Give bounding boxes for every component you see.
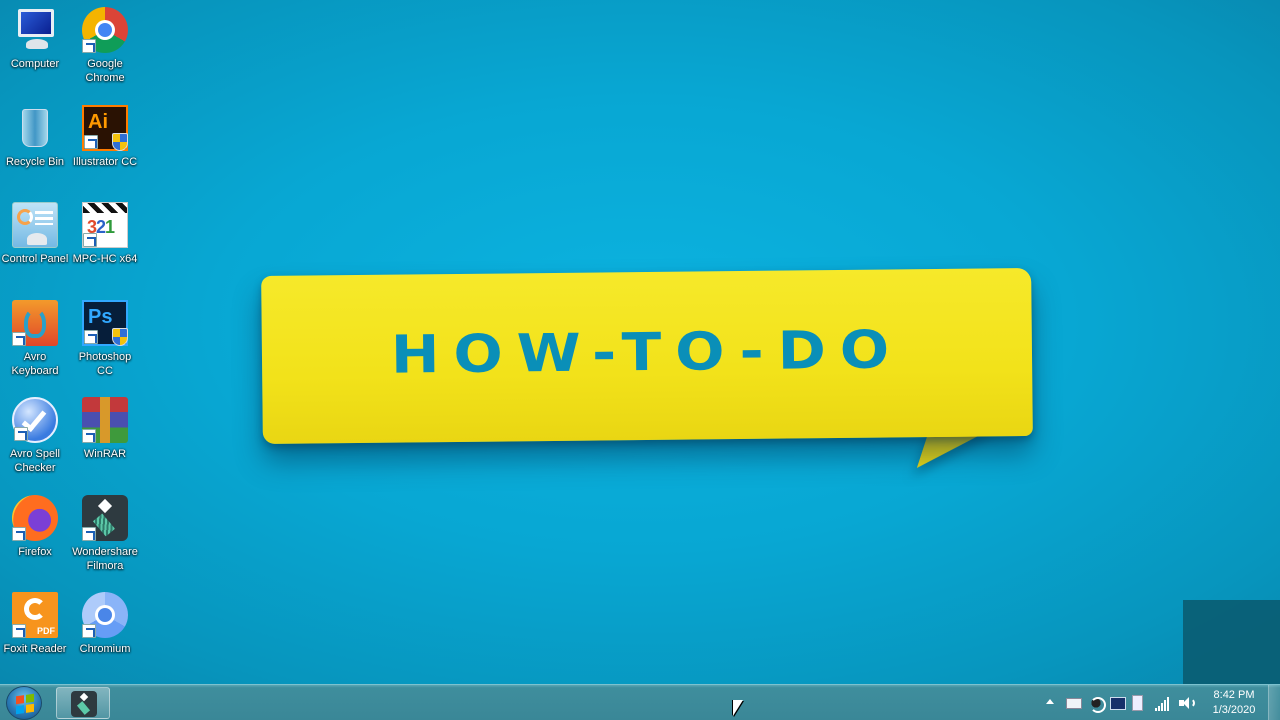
- show-desktop-button[interactable]: [1268, 685, 1280, 720]
- shortcut-arrow-icon: [82, 624, 96, 638]
- desktop-icon-computer[interactable]: Computer: [0, 2, 70, 71]
- clock-date: 1/3/2020: [1212, 704, 1256, 716]
- illustrator-icon: Ai: [82, 105, 128, 151]
- desktop-icon-chromium[interactable]: Chromium: [70, 587, 140, 656]
- desktop-icon-label: Recycle Bin: [5, 156, 65, 168]
- recycle-bin-icon: [12, 105, 58, 151]
- system-tray: 8:42 PM 1/3/2020: [1040, 685, 1280, 720]
- chromium-icon: [82, 592, 128, 638]
- shortcut-arrow-icon: [82, 39, 96, 53]
- windows-logo-icon: [16, 693, 34, 715]
- desktop-icon-label: Avro Spell Checker: [10, 448, 60, 474]
- aero-peek-preview: [1183, 600, 1280, 684]
- shortcut-arrow-icon: [14, 427, 28, 441]
- foxit-reader-icon: PDF: [12, 592, 58, 638]
- desktop-icon-label: Control Panel: [1, 253, 69, 265]
- mpc-digit: 2: [96, 217, 106, 237]
- volume-icon[interactable]: [1178, 695, 1195, 711]
- desktop-icon-mpc-hc[interactable]: 321 MPC-HC x64: [70, 197, 140, 266]
- power-icon[interactable]: [1132, 695, 1143, 711]
- show-hidden-icons-button[interactable]: [1046, 699, 1054, 704]
- desktop-icon-winrar[interactable]: WinRAR: [70, 392, 140, 461]
- desktop-icon-label: Chromium: [79, 643, 131, 655]
- control-panel-icon: [12, 202, 58, 248]
- desktop-icon-firefox[interactable]: Firefox: [0, 490, 70, 559]
- desktop-icon-foxit-reader[interactable]: PDF Foxit Reader: [0, 587, 70, 656]
- desktop: Computer Google Chrome Recycle Bin Ai Il…: [0, 0, 1280, 684]
- photoshop-icon-text: Ps: [88, 306, 113, 328]
- filmora-icon: [71, 691, 97, 717]
- shortcut-arrow-icon: [83, 233, 97, 247]
- shortcut-arrow-icon: [82, 429, 96, 443]
- desktop-icon-recycle-bin[interactable]: Recycle Bin: [0, 100, 70, 169]
- network-signal-icon[interactable]: [1154, 695, 1170, 711]
- computer-icon: [12, 7, 58, 53]
- taskbar: 8:42 PM 1/3/2020: [0, 684, 1280, 720]
- display-settings-icon[interactable]: [1110, 697, 1126, 710]
- shortcut-arrow-icon: [12, 332, 26, 346]
- illustrator-icon-text: Ai: [88, 111, 108, 133]
- avro-keyboard-tray-icon[interactable]: [1088, 695, 1106, 713]
- desktop-icon-google-chrome[interactable]: Google Chrome: [70, 2, 140, 85]
- shortcut-arrow-icon: [84, 135, 98, 149]
- mpc-hc-icon: 321: [82, 202, 128, 248]
- shortcut-arrow-icon: [84, 330, 98, 344]
- desktop-icon-label: MPC-HC x64: [72, 253, 138, 265]
- desktop-icon-photoshop-cc[interactable]: Ps Photoshop CC: [70, 295, 140, 378]
- filmora-icon: [82, 495, 128, 541]
- desktop-icon-label: Google Chrome: [85, 58, 125, 84]
- desktop-icon-label: Avro Keyboard: [11, 351, 59, 377]
- desktop-icon-label: Illustrator CC: [72, 156, 138, 168]
- desktop-icon-label: Firefox: [18, 546, 52, 558]
- taskbar-clock[interactable]: 8:42 PM 1/3/2020: [1206, 688, 1262, 718]
- desktop-icon-label: Computer: [10, 58, 60, 70]
- clock-time: 8:42 PM: [1213, 689, 1255, 701]
- uac-shield-icon: [112, 133, 128, 151]
- desktop-icon-avro-keyboard[interactable]: Avro Keyboard: [0, 295, 70, 378]
- desktop-icon-label: WinRAR: [83, 448, 127, 460]
- taskbar-app-filmora[interactable]: [56, 687, 110, 719]
- winrar-icon: [82, 397, 128, 443]
- chrome-icon: [82, 7, 128, 53]
- desktop-icon-label: Foxit Reader: [3, 643, 67, 655]
- shortcut-arrow-icon: [82, 527, 96, 541]
- desktop-icon-control-panel[interactable]: Control Panel: [0, 197, 70, 266]
- start-button[interactable]: [6, 686, 42, 720]
- shortcut-arrow-icon: [12, 527, 26, 541]
- firefox-icon: [12, 495, 58, 541]
- desktop-icon-illustrator-cc[interactable]: Ai Illustrator CC: [70, 100, 140, 169]
- shortcut-arrow-icon: [12, 624, 26, 638]
- keyboard-language-icon[interactable]: [1066, 698, 1082, 709]
- desktop-icon-label: Photoshop CC: [78, 351, 132, 377]
- desktop-icon-label: Wondershare Filmora: [72, 546, 138, 572]
- mpc-digit: 1: [105, 217, 115, 237]
- wallpaper-logo-text: HOW-TO-DO: [390, 318, 904, 386]
- foxit-pdf-badge: PDF: [37, 626, 55, 636]
- avro-keyboard-icon: [12, 300, 58, 346]
- avro-spell-checker-icon: [12, 397, 58, 443]
- photoshop-icon: Ps: [82, 300, 128, 346]
- uac-shield-icon: [112, 328, 128, 346]
- desktop-icon-avro-spell-checker[interactable]: Avro Spell Checker: [0, 392, 70, 475]
- mouse-cursor-icon: [733, 700, 743, 716]
- desktop-icon-wondershare-filmora[interactable]: Wondershare Filmora: [70, 490, 140, 573]
